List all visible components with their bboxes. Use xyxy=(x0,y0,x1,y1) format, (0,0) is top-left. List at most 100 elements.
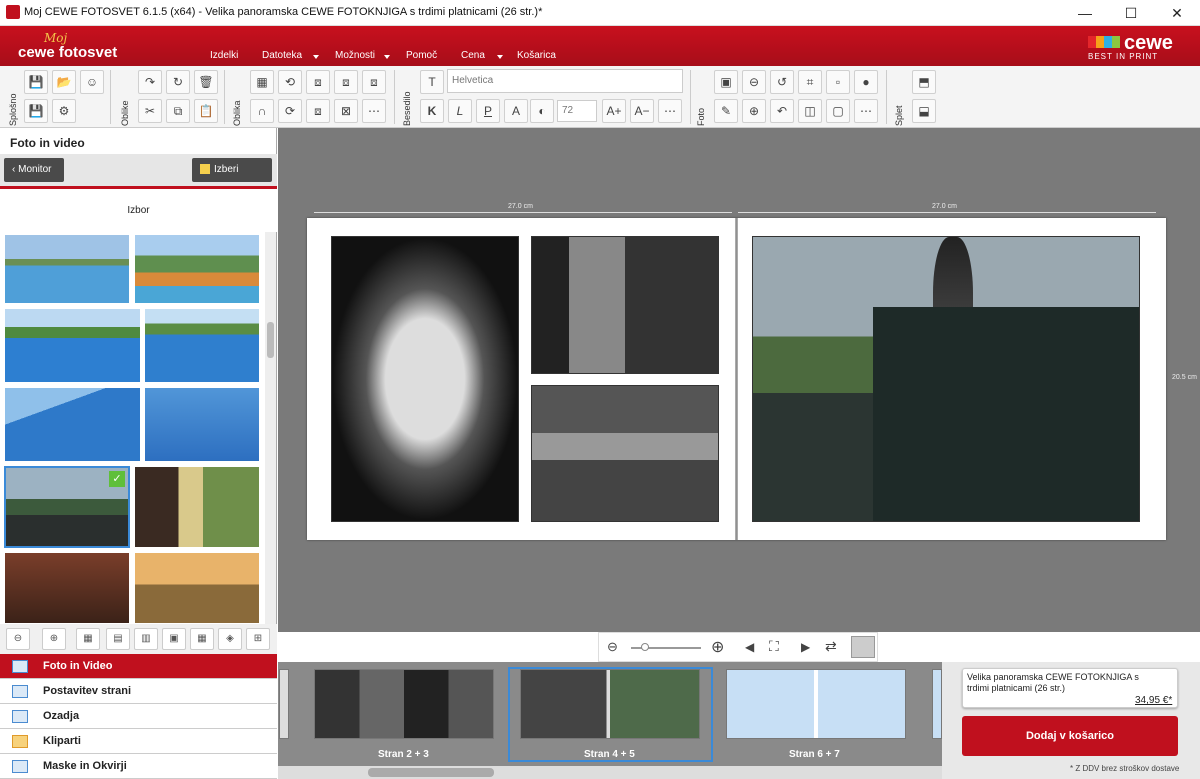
more-icon[interactable]: ⋯ xyxy=(658,99,682,123)
engineer-photo[interactable] xyxy=(531,236,719,374)
photo-thumbnail[interactable] xyxy=(144,387,260,462)
font-family-select[interactable]: Helvetica xyxy=(447,69,683,93)
open-icon[interactable]: 📂 xyxy=(52,70,76,94)
crop-icon[interactable]: ⌗ xyxy=(798,70,822,94)
ruler-toggle-icon[interactable] xyxy=(851,636,875,658)
rotate-left-icon[interactable]: ⟲ xyxy=(278,70,302,94)
fit-to-screen-icon[interactable]: ⛶ xyxy=(769,638,779,655)
web-image-icon[interactable]: ⬓ xyxy=(912,99,936,123)
italic-icon[interactable]: L xyxy=(448,99,472,123)
photo-thumbnail[interactable] xyxy=(4,308,141,383)
underline-icon[interactable]: P xyxy=(476,99,500,123)
decrease-font-icon[interactable]: A− xyxy=(630,99,654,123)
photo-thumbnail[interactable] xyxy=(4,552,130,624)
minimize-button[interactable]: — xyxy=(1062,0,1108,26)
rotate-icon[interactable]: ↷ xyxy=(138,70,162,94)
view-grid-icon[interactable]: ▦ xyxy=(76,628,100,650)
accordion-kliparti[interactable]: Kliparti xyxy=(0,729,277,754)
layout-4-icon[interactable]: ▦ xyxy=(190,628,214,650)
shadow-icon[interactable]: ▫ xyxy=(826,70,850,94)
mirror-icon[interactable]: ◫ xyxy=(798,99,822,123)
remove-layer-icon[interactable]: ⊠ xyxy=(334,99,358,123)
photo-thumbnail[interactable] xyxy=(134,234,260,304)
layout-3-icon[interactable]: ▣ xyxy=(162,628,186,650)
next-page-icon[interactable]: ▶ xyxy=(801,640,810,654)
steam-train-photo[interactable] xyxy=(752,236,1140,522)
zoom-out-photo-icon[interactable]: ⊖ xyxy=(742,70,766,94)
paste-icon[interactable]: 📋 xyxy=(194,99,218,123)
transparency-icon[interactable]: ● xyxy=(854,70,878,94)
product-price[interactable]: 34,95 €* xyxy=(1135,695,1172,706)
settings-icon[interactable]: ⚙ xyxy=(52,99,76,123)
scrollbar-thumb[interactable] xyxy=(368,768,494,777)
increase-font-icon[interactable]: A+ xyxy=(602,99,626,123)
photo-thumbnail[interactable] xyxy=(4,387,141,462)
accordion-postavitev-strani[interactable]: Postavitev strani xyxy=(0,679,277,704)
zoom-in-icon[interactable]: ⊕ xyxy=(42,628,66,650)
delete-icon[interactable]: 🗑 xyxy=(194,70,218,94)
accordion-foto-in-video[interactable]: Foto in Video xyxy=(0,654,277,679)
monitor-back-button[interactable]: ‹ Monitor xyxy=(4,158,64,182)
layout-2-icon[interactable]: ▥ xyxy=(134,628,158,650)
zoom-slider-handle[interactable] xyxy=(641,643,649,651)
layout-5-icon[interactable]: ◈ xyxy=(218,628,242,650)
more-icon[interactable]: ⋯ xyxy=(854,99,878,123)
accordion-ozadja[interactable]: Ozadja xyxy=(0,704,277,729)
previous-page-icon[interactable]: ◀ xyxy=(745,640,754,654)
save-icon[interactable]: 💾 xyxy=(24,70,48,94)
add-to-cart-button[interactable]: Dodaj v košarico xyxy=(962,716,1178,756)
redo-icon[interactable]: ↻ xyxy=(166,70,190,94)
menu-pomoc[interactable]: Pomoč xyxy=(406,50,437,61)
filmstrip-scrollbar[interactable] xyxy=(278,766,942,779)
pen-icon[interactable]: ✎ xyxy=(714,99,738,123)
cut-icon[interactable]: ✂ xyxy=(138,99,162,123)
menu-cena[interactable]: Cena xyxy=(461,50,485,61)
photo-thumbnail[interactable] xyxy=(4,234,130,304)
highlight-icon[interactable]: ◐ xyxy=(530,99,554,123)
font-size-select[interactable]: 72 xyxy=(557,100,597,122)
filmstrip-page-partial[interactable] xyxy=(279,669,289,739)
grid-icon[interactable]: ▦ xyxy=(250,70,274,94)
photo-thumbnail[interactable] xyxy=(144,308,260,383)
photo-thumbnail[interactable] xyxy=(134,552,260,624)
train-landscape-photo[interactable] xyxy=(531,385,719,522)
accordion-maske-in-okvirji[interactable]: Maske in Okvirji xyxy=(0,754,277,779)
thumbnail-scrollbar[interactable] xyxy=(265,232,276,624)
web-photo-icon[interactable]: ⬒ xyxy=(912,70,936,94)
layer-down-icon[interactable]: ⧈ xyxy=(306,99,330,123)
zoom-out-icon[interactable]: ⊖ xyxy=(607,639,618,655)
menu-moznosti[interactable]: Možnosti xyxy=(335,50,375,61)
layer-top-icon[interactable]: ⧈ xyxy=(362,70,386,94)
selection-header[interactable]: Izbor xyxy=(0,186,277,232)
close-button[interactable]: ✕ xyxy=(1154,0,1200,26)
layout-1-icon[interactable]: ▤ xyxy=(106,628,130,650)
save-as-icon[interactable]: 💾 xyxy=(24,99,48,123)
undo-photo-icon[interactable]: ↶ xyxy=(770,99,794,123)
rotate-right-icon[interactable]: ⟳ xyxy=(278,99,302,123)
layer-back-icon[interactable]: ⧈ xyxy=(306,70,330,94)
more-icon[interactable]: ⋯ xyxy=(362,99,386,123)
photo-thumbnail[interactable] xyxy=(134,466,260,548)
zoom-in-icon[interactable]: ⊕ xyxy=(711,637,724,657)
maximize-button[interactable]: ☐ xyxy=(1108,0,1154,26)
filmstrip-page-partial[interactable] xyxy=(932,669,942,739)
text-color-icon[interactable]: A xyxy=(504,99,528,123)
menu-datoteka[interactable]: Datoteka xyxy=(262,50,302,61)
layer-front-icon[interactable]: ⧈ xyxy=(334,70,358,94)
filmstrip-page[interactable] xyxy=(314,669,494,739)
copy-icon[interactable]: ⧉ xyxy=(166,99,190,123)
scrollbar-thumb[interactable] xyxy=(267,322,274,358)
choose-folder-button[interactable]: Izberi mapo xyxy=(192,158,272,199)
menu-kosarica[interactable]: Košarica xyxy=(517,50,556,61)
rotate-photo-icon[interactable]: ↺ xyxy=(770,70,794,94)
fire-photo[interactable] xyxy=(331,236,519,522)
photo-thumbnail-selected[interactable]: ✓ xyxy=(4,466,130,548)
layout-6-icon[interactable]: ⊞ xyxy=(246,628,270,650)
zoom-out-icon[interactable]: ⊖ xyxy=(6,628,30,650)
filmstrip-page[interactable] xyxy=(726,669,906,739)
zoom-in-photo-icon[interactable]: ⊕ xyxy=(742,99,766,123)
magnet-icon[interactable]: ∩ xyxy=(250,99,274,123)
menu-izdelki[interactable]: Izdelki xyxy=(210,50,238,61)
avatar-icon[interactable]: ☺ xyxy=(80,70,104,94)
text-box-icon[interactable]: T xyxy=(420,70,444,94)
